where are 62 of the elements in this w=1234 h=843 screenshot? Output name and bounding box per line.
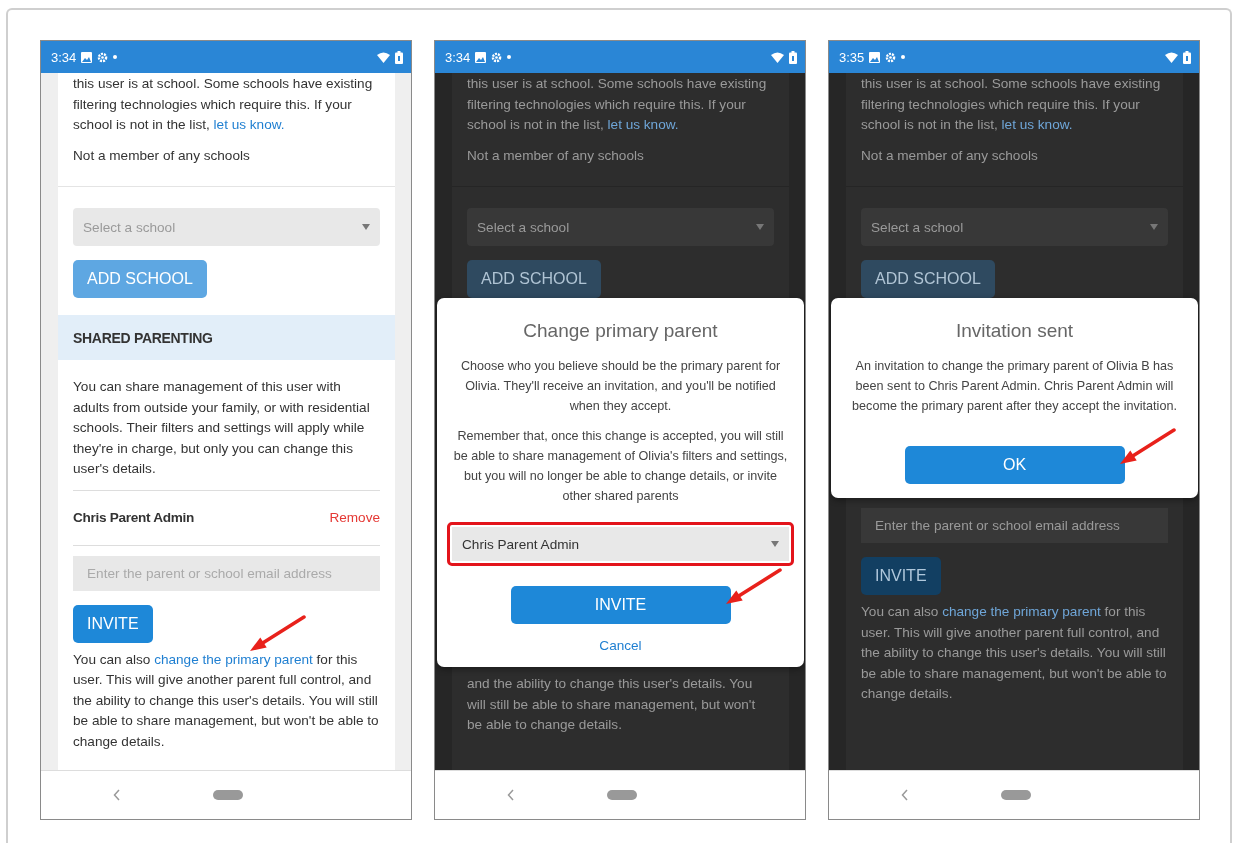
caret-icon — [771, 541, 779, 547]
primary-button[interactable]: OK — [904, 446, 1125, 484]
cancel-link[interactable]: Cancel — [599, 638, 642, 653]
wifi-icon — [771, 51, 784, 63]
battery-icon — [789, 50, 797, 64]
select-field[interactable]: Select a school — [73, 208, 380, 246]
primary-button[interactable]: INVITE — [73, 604, 153, 643]
text-link[interactable]: change the primary parent — [154, 651, 313, 667]
body-text: Not a member of any schools — [467, 146, 645, 165]
remove-link[interactable]: Remove — [329, 510, 380, 525]
image-icon — [869, 51, 881, 63]
body-text: You can share management of this user with adults from outside your family, or with residential schools. Their filters and settings will apply while they're in charge, but only you can change this user's details. — [73, 378, 371, 478]
caret-icon — [1150, 224, 1158, 230]
status-time: 3:34 — [445, 49, 471, 65]
back-icon[interactable] — [901, 789, 909, 801]
input-field[interactable]: Enter the parent or school email address — [861, 508, 1168, 543]
wifi-icon — [1165, 51, 1178, 63]
back-icon[interactable] — [507, 789, 515, 801]
status-time: 3:35 — [839, 49, 865, 65]
wifi-icon — [377, 51, 390, 63]
body-text: and the ability to change this user's details. You will still be able to share management, but won't be able to change details. — [467, 675, 757, 734]
dot-icon — [901, 55, 906, 59]
home-button[interactable] — [1001, 790, 1031, 800]
image-icon — [81, 51, 93, 63]
dialog-text: Remember that, once this change is accepted, you will still be able to share management of Olivia's filters and settings, but you will no longer be able to change details, or invite other shared parents — [453, 428, 788, 505]
status-time: 3:34 — [51, 49, 77, 65]
caret-icon — [362, 224, 370, 230]
body-text: Not a member of any schools — [73, 146, 251, 165]
text-link[interactable]: let us know. — [607, 117, 679, 132]
dialog-text: Choose who you believe should be the primary parent for Olivia. They'll receive an invitation, and you'll be notified when they accept. — [459, 358, 782, 415]
gear-icon — [97, 51, 109, 63]
text-link[interactable]: change the primary parent — [942, 604, 1101, 619]
body-text: this user is at school. Some schools have existing filtering technologies which require this. If your school is not in the list, let us know. — [73, 75, 374, 134]
caret-icon — [756, 224, 764, 230]
home-button[interactable] — [213, 790, 243, 800]
select-field[interactable]: Select a school — [467, 208, 774, 246]
text-link[interactable]: let us know. — [1001, 117, 1073, 132]
body-text: this user is at school. Some schools have existing filtering technologies which require this. If your school is not in the list, let us know. — [861, 75, 1162, 134]
dot-icon — [113, 55, 118, 59]
input-field[interactable]: Enter the parent or school email address — [73, 555, 380, 591]
back-icon[interactable] — [113, 789, 121, 801]
body-text: Not a member of any schools — [861, 146, 1039, 165]
dialog-text: An invitation to change the primary parent of Olivia B has been sent to Chris Parent Admin. Chris Parent Admin will become the primary parent after they accept the invitation. — [851, 358, 1178, 415]
primary-button[interactable]: INVITE — [861, 557, 941, 595]
body-text: You can also change the primary parent for this user. This will give another parent full control, and the ability to change this user's details. You will still be able to share management, but won't be able to change details. — [861, 603, 1168, 703]
body-text: this user is at school. Some schools have existing filtering technologies which require this. If your school is not in the list, let us know. — [467, 75, 768, 134]
text-link[interactable]: let us know. — [213, 117, 285, 132]
gear-icon — [491, 51, 503, 63]
battery-icon — [395, 50, 403, 64]
select-field[interactable]: Chris Parent Admin — [452, 527, 789, 561]
gear-icon — [885, 51, 897, 63]
dialog-title: Change primary parent — [523, 320, 718, 342]
section-header: SHARED PARENTING — [58, 315, 395, 360]
battery-icon — [1183, 50, 1191, 64]
dot-icon — [507, 55, 512, 59]
body-text: You can also change the primary parent for this user. This will give another parent full control, and the ability to change this user's details. You will still be able to share management, but won't be able to change details. — [73, 650, 380, 751]
member-name: Chris Parent Admin — [73, 510, 194, 525]
select-field[interactable]: Select a school — [861, 208, 1168, 246]
primary-button[interactable]: INVITE — [510, 586, 731, 624]
home-button[interactable] — [607, 790, 637, 800]
dialog-title: Invitation sent — [955, 320, 1074, 342]
image-icon — [475, 51, 487, 63]
